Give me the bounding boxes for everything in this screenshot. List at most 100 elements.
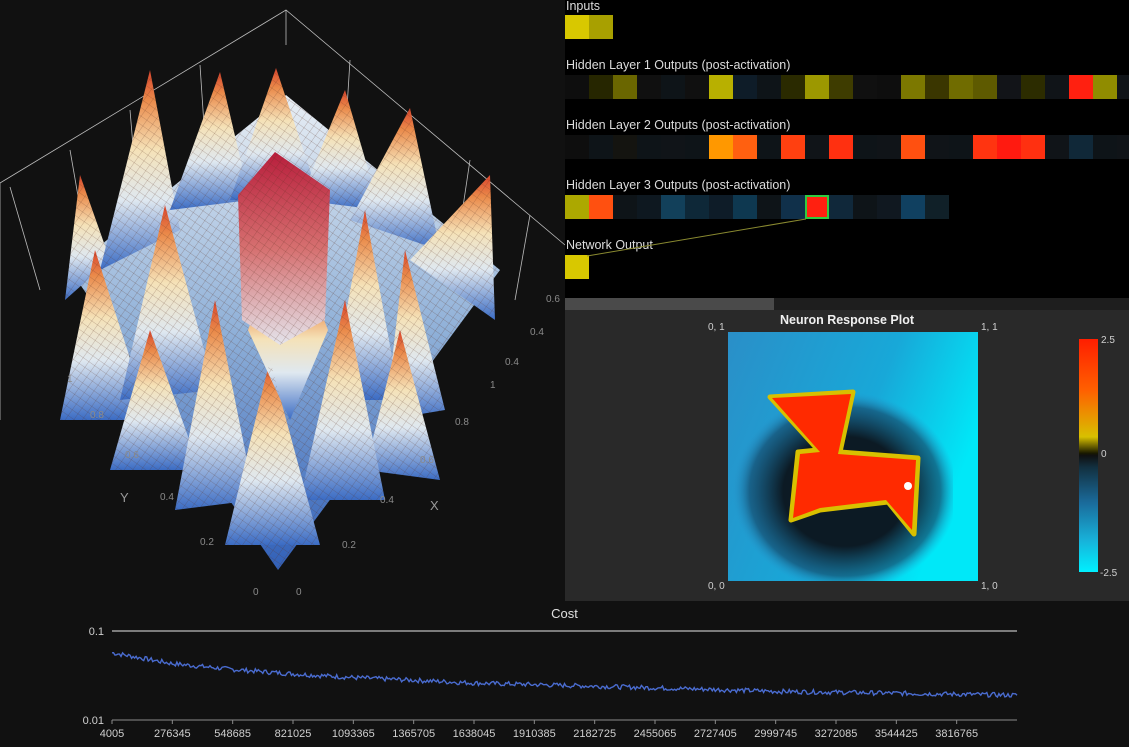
cost-series-line [111,651,1018,699]
hidden-layer-3-neuron-cell[interactable] [661,195,685,219]
neuron-response-heatmap[interactable] [728,332,978,581]
hidden-layer-3-neuron-cell[interactable] [781,195,805,219]
colorbar-max-label: 2.5 [1101,335,1115,346]
cost-x-tick-label: 548685 [214,728,251,740]
corner-label-bottom-right: 1, 0 [981,581,998,592]
colorbar-mid-label: 0 [1101,449,1107,460]
hidden-layer-1-neuron-cell[interactable] [637,75,661,99]
hidden-layer-2-neuron-cell[interactable] [781,135,805,159]
surface-plot-panel[interactable]: Y X 0 0.2 0.4 0.6 0.8 1 0 0.2 0.4 0.6 0.… [0,0,565,605]
inputs-title: Inputs [566,0,601,13]
hidden-layer-3-title: Hidden Layer 3 Outputs (post-activation) [566,178,791,192]
cost-x-tick-label: 2727405 [694,728,737,740]
hidden-layer-2-neuron-cell[interactable] [1045,135,1069,159]
hidden-layer-2-neuron-cell[interactable] [1021,135,1045,159]
horizontal-scrollbar[interactable] [565,298,1129,310]
hidden-layer-2-neuron-cell[interactable] [709,135,733,159]
hidden-layer-1-title: Hidden Layer 1 Outputs (post-activation) [566,58,791,72]
hidden-layer-1-neuron-cell[interactable] [877,75,901,99]
surface-y-tick: 0.6 [125,450,139,461]
surface-y-tick: 0 [253,587,259,598]
surface-plot[interactable]: Y X 0 0.2 0.4 0.6 0.8 1 0 0.2 0.4 0.6 0.… [0,0,565,605]
surface-x-tick: 0.2 [342,540,356,551]
hidden-layer-2-neuron-cell[interactable] [661,135,685,159]
cost-chart[interactable]: 0.1 0.014005 276345 548685 821025 1093365 1365… [0,601,1129,747]
cost-x-tick-label: 3816765 [935,728,978,740]
inputs-row [565,15,613,39]
hidden-layer-1-neuron-cell[interactable] [829,75,853,99]
hidden-layer-2-neuron-cell[interactable] [637,135,661,159]
colorbar-min-label: -2.5 [1100,568,1118,579]
hidden-layer-2-neuron-cell[interactable] [925,135,949,159]
cost-chart-panel: Cost 0.1 0.01 4005 276345 548685 821025 109336… [0,601,1129,747]
hidden-layer-1-neuron-cell[interactable] [565,75,589,99]
scrollbar-thumb[interactable] [565,298,774,310]
hidden-layer-2-neuron-cell[interactable] [589,135,613,159]
hidden-layer-3-neuron-cell[interactable] [805,195,829,219]
hidden-layer-1-neuron-cell[interactable] [589,75,613,99]
hidden-layer-1-neuron-cell[interactable] [1093,75,1117,99]
hidden-layer-2-neuron-cell[interactable] [757,135,781,159]
surface-y-tick: 0.8 [90,410,104,421]
cost-x-tick-label: 1365705 [392,728,435,740]
input-neuron-cell[interactable] [589,15,613,39]
hidden-layer-2-neuron-cell[interactable] [877,135,901,159]
hidden-layer-3-neuron-cell[interactable] [733,195,757,219]
hidden-layer-2-neuron-cell[interactable] [1117,135,1129,159]
hidden-layer-3-neuron-cell[interactable] [637,195,661,219]
hidden-layer-2-neuron-cell[interactable] [1093,135,1117,159]
surface-x-axis-label: X [430,498,439,513]
hidden-layer-3-neuron-cell[interactable] [829,195,853,219]
hidden-layer-1-neuron-cell[interactable] [805,75,829,99]
cost-x-tick-label: 1910385 [513,728,556,740]
hidden-layer-3-neuron-cell[interactable] [901,195,925,219]
hidden-layer-2-neuron-cell[interactable] [1069,135,1093,159]
hidden-layer-1-neuron-cell[interactable] [1069,75,1093,99]
hidden-layer-2-neuron-cell[interactable] [829,135,853,159]
hidden-layer-1-neuron-cell[interactable] [1021,75,1045,99]
cost-y-tick-label: 0.1 [89,626,104,638]
hidden-layer-3-neuron-cell[interactable] [709,195,733,219]
hidden-layer-3-neuron-cell[interactable] [853,195,877,219]
hidden-layer-2-neuron-cell[interactable] [565,135,589,159]
hidden-layer-1-neuron-cell[interactable] [733,75,757,99]
hidden-layer-1-neuron-cell[interactable] [613,75,637,99]
input-neuron-cell[interactable] [565,15,589,39]
surface-z-tick: 0.4 [505,357,519,368]
hidden-layer-1-neuron-cell[interactable] [925,75,949,99]
hidden-layer-1-neuron-cell[interactable] [997,75,1021,99]
hidden-layer-2-neuron-cell[interactable] [685,135,709,159]
hidden-layer-1-neuron-cell[interactable] [685,75,709,99]
hidden-layer-1-neuron-cell[interactable] [661,75,685,99]
hidden-layer-1-neuron-cell[interactable] [709,75,733,99]
hidden-layer-2-neuron-cell[interactable] [997,135,1021,159]
hidden-layer-3-neuron-cell[interactable] [685,195,709,219]
surface-y-tick: 1 [67,374,73,385]
hidden-layer-3-neuron-cell[interactable] [757,195,781,219]
hidden-layer-2-neuron-cell[interactable] [733,135,757,159]
hidden-layer-2-neuron-cell[interactable] [613,135,637,159]
hidden-layer-1-neuron-cell[interactable] [949,75,973,99]
hidden-layer-3-neuron-cell[interactable] [589,195,613,219]
hidden-layer-1-neuron-cell[interactable] [757,75,781,99]
hidden-layer-1-neuron-cell[interactable] [781,75,805,99]
hidden-layer-2-neuron-cell[interactable] [853,135,877,159]
hidden-layer-2-neuron-cell[interactable] [973,135,997,159]
surface-x-tick: 1 [490,380,496,391]
hidden-layer-3-neuron-cell[interactable] [565,195,589,219]
hidden-layer-1-neuron-cell[interactable] [1045,75,1069,99]
cost-y-tick-label: 0.01 [83,715,104,727]
corner-label-bottom-left: 0, 0 [708,581,725,592]
hidden-layer-1-neuron-cell[interactable] [853,75,877,99]
hidden-layer-2-neuron-cell[interactable] [949,135,973,159]
hidden-layer-2-neuron-cell[interactable] [805,135,829,159]
corner-label-top-right: 1, 1 [981,322,998,333]
hidden-layer-3-neuron-cell[interactable] [925,195,949,219]
hidden-layer-1-neuron-cell[interactable] [901,75,925,99]
hidden-layer-1-neuron-cell[interactable] [1117,75,1129,99]
hidden-layer-2-neuron-cell[interactable] [901,135,925,159]
hidden-layer-1-neuron-cell[interactable] [973,75,997,99]
network-output-neuron-cell[interactable] [565,255,589,279]
hidden-layer-3-neuron-cell[interactable] [613,195,637,219]
hidden-layer-3-neuron-cell[interactable] [877,195,901,219]
